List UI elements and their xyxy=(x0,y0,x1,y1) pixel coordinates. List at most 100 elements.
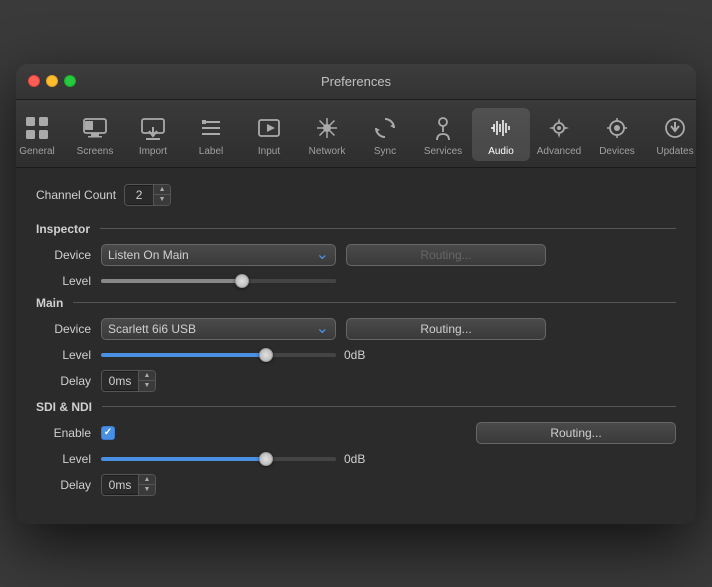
stepper-up[interactable]: ▲ xyxy=(154,185,170,195)
main-delay-down[interactable]: ▼ xyxy=(139,381,155,391)
sdi-section-header: SDI & NDI xyxy=(36,400,676,414)
inspector-device-dropdown[interactable]: Listen On Main ⌄ xyxy=(101,244,336,266)
tab-sync[interactable]: Sync xyxy=(356,108,414,161)
inspector-device-value: Listen On Main xyxy=(108,248,189,262)
main-level-label: Level xyxy=(36,348,91,362)
content-area: Channel Count 2 ▲ ▼ Inspector Device Lis… xyxy=(16,168,696,524)
inspector-level-slider[interactable] xyxy=(101,274,336,288)
tab-updates-label: Updates xyxy=(656,146,693,157)
input-icon xyxy=(253,112,285,144)
tab-import[interactable]: Import xyxy=(124,108,182,161)
tab-advanced-label: Advanced xyxy=(537,146,581,157)
main-delay-up[interactable]: ▲ xyxy=(139,371,155,381)
inspector-section-line xyxy=(100,228,676,229)
channel-count-stepper[interactable]: 2 ▲ ▼ xyxy=(124,184,171,206)
general-icon xyxy=(21,112,53,144)
tab-audio[interactable]: Audio xyxy=(472,108,530,161)
audio-icon xyxy=(485,112,517,144)
stepper-buttons: ▲ ▼ xyxy=(153,185,170,205)
tab-label[interactable]: Label xyxy=(182,108,240,161)
tab-label-label: Label xyxy=(199,146,223,157)
main-level-slider[interactable] xyxy=(101,348,336,362)
inspector-level-label: Level xyxy=(36,274,91,288)
tab-general-label: General xyxy=(19,146,55,157)
tab-input[interactable]: Input xyxy=(240,108,298,161)
main-delay-value: 0ms xyxy=(102,372,138,390)
tab-devices[interactable]: Devices xyxy=(588,108,646,161)
devices-icon xyxy=(601,112,633,144)
channel-count-row: Channel Count 2 ▲ ▼ xyxy=(36,184,676,206)
sdi-enable-row: Enable Routing... xyxy=(36,422,676,444)
main-remaining xyxy=(266,353,337,357)
toolbar: General Screens xyxy=(16,100,696,168)
sdi-delay-value: 0ms xyxy=(102,476,138,494)
sdi-thumb[interactable] xyxy=(259,452,273,466)
tab-sync-label: Sync xyxy=(374,146,396,157)
tab-network-label: Network xyxy=(309,146,346,157)
main-device-row: Device Scarlett 6i6 USB ⌄ Routing... xyxy=(36,318,676,340)
inspector-section-title: Inspector xyxy=(36,222,100,236)
inspector-fill xyxy=(101,279,242,283)
sdi-section-title: SDI & NDI xyxy=(36,400,102,414)
network-icon xyxy=(311,112,343,144)
tab-screens[interactable]: Screens xyxy=(66,108,124,161)
tab-updates[interactable]: Updates xyxy=(646,108,696,161)
main-routing-button[interactable]: Routing... xyxy=(346,318,546,340)
sdi-delay-stepper[interactable]: 0ms ▲ ▼ xyxy=(101,474,156,496)
sdi-enable-checkbox[interactable] xyxy=(101,426,115,440)
inspector-level-row: Level xyxy=(36,274,676,288)
channel-count-value: 2 xyxy=(125,186,153,204)
sdi-level-value: 0dB xyxy=(344,452,379,466)
inspector-section-header: Inspector xyxy=(36,222,676,236)
preferences-window: Preferences General xyxy=(16,64,696,524)
sdi-level-slider[interactable] xyxy=(101,452,336,466)
sdi-delay-label: Delay xyxy=(36,478,91,492)
sdi-routing-button[interactable]: Routing... xyxy=(476,422,676,444)
main-fill xyxy=(101,353,266,357)
main-device-dropdown[interactable]: Scarlett 6i6 USB ⌄ xyxy=(101,318,336,340)
main-delay-label: Delay xyxy=(36,374,91,388)
sdi-delay-stepper-buttons: ▲ ▼ xyxy=(138,475,155,495)
inspector-thumb[interactable] xyxy=(235,274,249,288)
main-delay-row: Delay 0ms ▲ ▼ xyxy=(36,370,676,392)
tab-general[interactable]: General xyxy=(16,108,66,161)
tab-services-label: Services xyxy=(424,146,462,157)
main-level-value: 0dB xyxy=(344,348,379,362)
main-level-row: Level 0dB xyxy=(36,348,676,362)
sdi-routing-label: Routing... xyxy=(550,426,601,440)
window-title: Preferences xyxy=(321,74,391,89)
tab-advanced[interactable]: Advanced xyxy=(530,108,588,161)
main-delay-stepper-buttons: ▲ ▼ xyxy=(138,371,155,391)
traffic-lights xyxy=(28,75,76,87)
sdi-delay-row: Delay 0ms ▲ ▼ xyxy=(36,474,676,496)
main-device-value: Scarlett 6i6 USB xyxy=(108,322,196,336)
tab-network[interactable]: Network xyxy=(298,108,356,161)
sync-icon xyxy=(369,112,401,144)
sdi-delay-up[interactable]: ▲ xyxy=(139,475,155,485)
inspector-device-row: Device Listen On Main ⌄ Routing... xyxy=(36,244,676,266)
main-thumb[interactable] xyxy=(259,348,273,362)
sdi-enable-label: Enable xyxy=(36,426,91,440)
inspector-routing-label: Routing... xyxy=(420,248,471,262)
updates-icon xyxy=(659,112,691,144)
channel-count-label: Channel Count xyxy=(36,188,116,202)
close-button[interactable] xyxy=(28,75,40,87)
zoom-button[interactable] xyxy=(64,75,76,87)
sdi-delay-down[interactable]: ▼ xyxy=(139,485,155,495)
main-routing-label: Routing... xyxy=(420,322,471,336)
main-device-label: Device xyxy=(36,322,91,336)
tab-services[interactable]: Services xyxy=(414,108,472,161)
main-delay-stepper[interactable]: 0ms ▲ ▼ xyxy=(101,370,156,392)
stepper-down[interactable]: ▼ xyxy=(154,195,170,205)
inspector-device-arrow: ⌄ xyxy=(316,247,329,263)
screens-icon xyxy=(79,112,111,144)
tab-input-label: Input xyxy=(258,146,280,157)
main-device-arrow: ⌄ xyxy=(316,321,329,337)
sdi-level-row: Level 0dB xyxy=(36,452,676,466)
inspector-routing-button: Routing... xyxy=(346,244,546,266)
advanced-icon xyxy=(543,112,575,144)
minimize-button[interactable] xyxy=(46,75,58,87)
titlebar: Preferences xyxy=(16,64,696,100)
label-icon xyxy=(195,112,227,144)
main-section-header: Main xyxy=(36,296,676,310)
